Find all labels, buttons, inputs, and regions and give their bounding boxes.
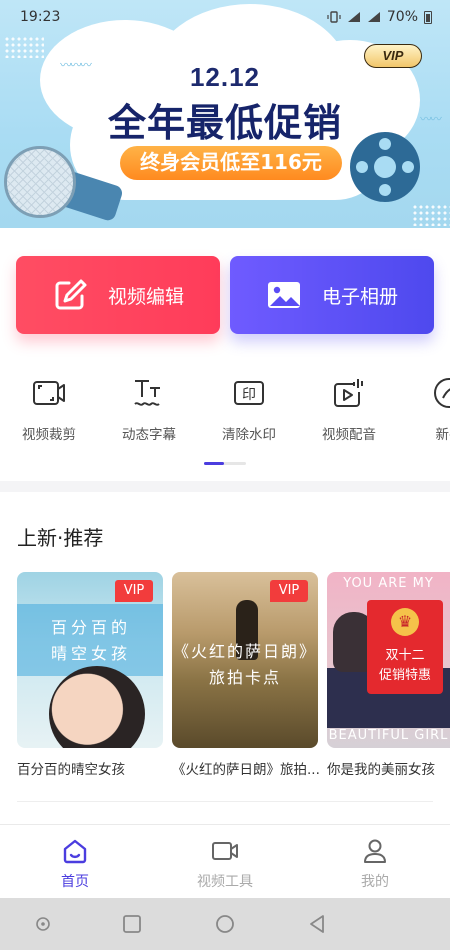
tool-beginner[interactable]: 新手 — [414, 372, 450, 443]
tool-label: 清除水印 — [222, 427, 276, 443]
tab-label: 我的 — [361, 874, 389, 890]
template-card[interactable]: YOU ARE MY ♛ 双十二 促销特惠 BEAUTIFUL GIRL — [327, 572, 450, 748]
status-icons: 70% — [327, 9, 432, 25]
assist-button-icon[interactable] — [32, 913, 54, 935]
video-camera-icon — [212, 842, 238, 860]
template-card[interactable]: 百分百的 晴空女孩 VIP — [17, 572, 163, 748]
home-icon — [63, 839, 87, 864]
battery-icon — [424, 10, 432, 24]
tool-label: 动态字幕 — [122, 427, 176, 443]
vip-tag: VIP — [115, 580, 153, 602]
photo-album-button[interactable]: 电子相册 — [230, 256, 434, 334]
tab-video-tools[interactable]: 视频工具 — [170, 837, 280, 891]
tab-home[interactable]: 首页 — [20, 837, 130, 891]
video-edit-label: 视频编辑 — [107, 285, 184, 308]
tab-label: 首页 — [61, 874, 89, 890]
card-caption[interactable]: 百分百的晴空女孩 — [17, 758, 167, 778]
card-art-text: BEAUTIFUL GIRL — [328, 728, 449, 743]
tutorial-icon — [434, 378, 450, 408]
video-edit-button[interactable]: 视频编辑 — [16, 256, 220, 334]
microphone-icon — [4, 146, 76, 218]
crown-icon: ♛ — [391, 608, 419, 636]
card-art-text: YOU ARE MY — [343, 576, 434, 591]
promo-banner[interactable]: 〰〰〰 〰〰 VIP 12.12 全年最低促销 终身会员低至116元 — [0, 0, 450, 228]
status-bar: 19:23 70% — [0, 0, 450, 34]
card-caption[interactable]: 《火红的萨日朗》旅拍... — [172, 758, 322, 778]
envelope-text: 促销特惠 — [378, 668, 431, 683]
vibrate-icon — [327, 11, 341, 23]
card-art-text: 旅拍卡点 — [208, 668, 281, 687]
banner-subtitle: 终身会员低至116元 — [120, 146, 342, 180]
card-caption[interactable]: 你是我的美丽女孩 — [327, 758, 450, 778]
back-button-icon[interactable] — [306, 913, 328, 935]
signal-icon — [347, 12, 360, 22]
home-button-icon[interactable] — [214, 913, 236, 935]
subtitle-icon — [134, 380, 160, 406]
card-art-text: 《火红的萨日朗》 — [172, 642, 317, 661]
section-divider — [0, 481, 450, 492]
red-envelope: ♛ 双十二 促销特惠 — [367, 600, 443, 694]
tab-label: 视频工具 — [197, 874, 253, 890]
signal-icon — [367, 12, 380, 22]
template-card[interactable]: 《火红的萨日朗》 旅拍卡点 VIP — [172, 572, 318, 748]
dubbing-icon — [334, 379, 363, 407]
tab-profile[interactable]: 我的 — [320, 837, 430, 891]
tool-remove-watermark[interactable]: 印 清除水印 — [214, 372, 284, 443]
card-art-text: 晴空女孩 — [51, 644, 132, 663]
tool-video-crop[interactable]: 视频裁剪 — [14, 372, 84, 443]
card-photo — [49, 666, 145, 748]
tool-video-dubbing[interactable]: 视频配音 — [314, 372, 384, 443]
battery-percent: 70% — [386, 9, 418, 25]
card-art-text: 百分百的 — [51, 618, 132, 637]
tool-label: 新手 — [435, 427, 450, 443]
banner-date: 12.12 — [189, 62, 261, 92]
section-title: 上新·推荐 — [17, 526, 104, 550]
banner-title: 全年最低促销 — [107, 101, 342, 145]
profile-icon — [364, 839, 386, 863]
tool-label: 视频配音 — [322, 427, 376, 443]
edit-icon — [55, 279, 87, 310]
banner-dots — [412, 204, 450, 226]
bottom-tab-bar: 首页 视频工具 我的 — [0, 824, 450, 898]
tool-dynamic-subtitle[interactable]: 动态字幕 — [114, 372, 184, 443]
list-divider — [17, 801, 433, 802]
crop-video-icon — [33, 381, 65, 405]
photo-album-label: 电子相册 — [321, 285, 398, 308]
watermark-icon: 印 — [234, 381, 264, 405]
tools-page-indicator — [204, 462, 246, 465]
system-navigation-bar — [0, 898, 450, 950]
envelope-text: 双十二 — [385, 648, 425, 663]
status-time: 19:23 — [20, 9, 61, 25]
tool-label: 视频裁剪 — [22, 427, 76, 443]
vip-tag: VIP — [270, 580, 308, 602]
banner-dots — [4, 36, 44, 58]
svg-text:印: 印 — [242, 387, 256, 403]
recents-button-icon[interactable] — [121, 913, 143, 935]
image-icon — [267, 282, 300, 308]
tools-row[interactable]: 视频裁剪 动态字幕 印 清除水印 视频配音 新手 — [0, 372, 450, 452]
